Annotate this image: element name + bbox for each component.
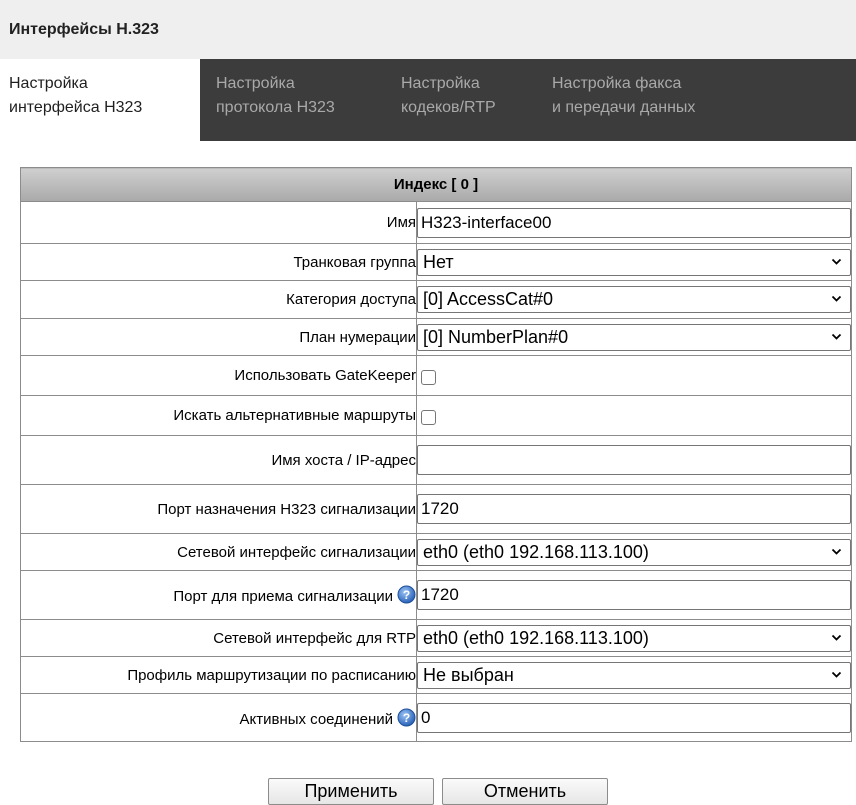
alt-routes-checkbox[interactable] [421,409,436,425]
host-label: Имя хоста / IP-адрес [20,435,417,485]
svg-text:?: ? [403,711,410,725]
tab-label-line1: Настройка [401,75,480,92]
numbering-plan-value: [0] NumberPlan#0 [423,326,569,347]
numbering-plan-label: План нумерации [20,318,417,356]
tab-label-line1: Настройка факса [552,75,682,92]
tab-label-line2: интерфейса H323 [9,99,143,116]
tab-h323-protocol[interactable]: Настройка протокола H323 [216,59,335,141]
numbering-plan-select[interactable]: [0] NumberPlan#0 [417,323,851,351]
rtp-iface-value: eth0 (eth0 192.168.113.100) [423,627,649,648]
index-header: Индекс [ 0 ] [20,167,852,202]
sig-iface-select[interactable]: eth0 (eth0 192.168.113.100) [417,538,851,566]
tab-codecs-rtp[interactable]: Настройка кодеков/RTP [401,59,496,141]
trunk-group-select[interactable]: Нет [417,248,851,276]
sig-iface-label: Сетевой интерфейс сигнализации [20,533,417,571]
trunk-group-label: Транковая группа [20,243,417,281]
name-input[interactable] [417,207,851,238]
chevron-down-icon [831,671,842,678]
chevron-down-icon [831,548,842,555]
host-input[interactable] [417,445,851,475]
tab-label-line2: и передачи данных [552,99,696,116]
page-header: Интерфейсы H.323 [0,0,856,59]
chevron-down-icon [831,333,842,340]
active-conns-label: Активных соединений [239,710,393,728]
help-icon[interactable]: ? [397,708,416,727]
dest-port-input[interactable] [417,494,851,524]
cancel-button[interactable]: Отменить [442,778,608,805]
chevron-down-icon [831,258,842,265]
recv-port-label-cell: Порт для приема сигнализации? [20,570,417,620]
tab-label-line1: Настройка [216,75,295,92]
tab-label-line2: кодеков/RTP [401,99,496,116]
tab-h323-interface[interactable]: Настройка интерфейса H323 [0,59,200,141]
sig-iface-value: eth0 (eth0 192.168.113.100) [423,541,649,562]
apply-button[interactable]: Применить [268,778,434,805]
dest-port-label: Порт назначения H323 сигнализации [20,484,417,534]
tab-fax-data[interactable]: Настройка факса и передачи данных [552,59,695,141]
page-title: Интерфейсы H.323 [9,21,159,38]
schedule-profile-select[interactable]: Не выбран [417,661,851,689]
name-label: Имя [20,201,417,244]
tab-label-line1: Настройка [9,75,88,92]
rtp-iface-select[interactable]: eth0 (eth0 192.168.113.100) [417,624,851,652]
svg-text:?: ? [403,588,410,602]
access-category-value: [0] AccessCat#0 [423,289,554,309]
help-icon[interactable]: ? [397,585,416,604]
chevron-down-icon [831,295,842,302]
recv-port-input[interactable] [417,580,851,610]
alt-routes-label: Искать альтернативные маршруты [20,395,417,436]
active-conns-field [417,702,851,733]
use-gatekeeper-label: Использовать GateKeeper [20,355,417,396]
tab-label-line2: протокола H323 [216,99,335,116]
rtp-iface-label: Сетевой интерфейс для RTP [20,619,417,657]
schedule-profile-label: Профиль маршрутизации по расписанию [20,656,417,694]
trunk-group-value: Нет [423,251,454,272]
recv-port-label: Порт для приема сигнализации [173,588,393,605]
access-category-label: Категория доступа [20,280,417,319]
chevron-down-icon [831,634,842,641]
active-conns-label-cell: Активных соединений? [20,693,417,742]
interface-settings-table: Индекс [ 0 ] Имя Транковая группа Нет Ка… [20,167,852,742]
schedule-profile-value: Не выбран [423,664,514,685]
access-category-select[interactable]: [0] AccessCat#0 [417,286,851,313]
tab-bar: Настройка интерфейса H323 Настройка прот… [0,59,856,141]
use-gatekeeper-checkbox[interactable] [421,369,436,385]
